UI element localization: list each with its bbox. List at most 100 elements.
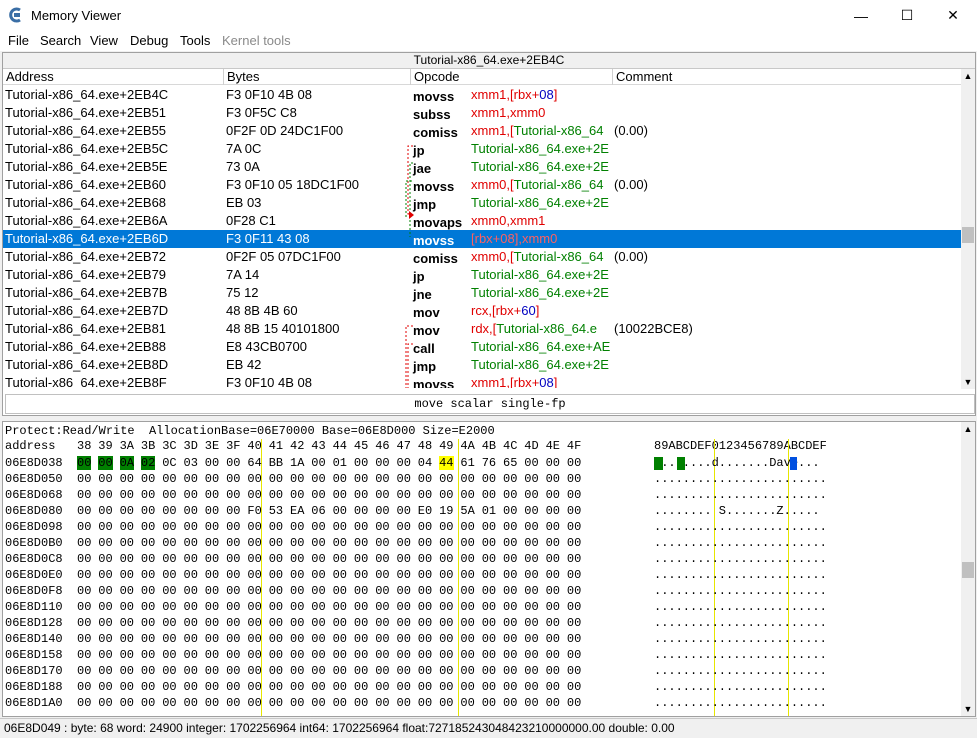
hex-byte[interactable]: 00 [98, 472, 112, 486]
hex-byte[interactable]: 00 [354, 520, 368, 534]
menu-kernel-tools[interactable]: Kernel tools [222, 33, 291, 48]
hex-byte[interactable]: 00 [269, 568, 283, 582]
hex-byte[interactable]: 00 [546, 504, 560, 518]
hex-scroll-thumb[interactable] [962, 562, 974, 578]
hex-byte[interactable]: 00 [290, 552, 304, 566]
hex-byte[interactable]: 00 [503, 616, 517, 630]
hex-byte[interactable]: 00 [439, 488, 453, 502]
hex-byte[interactable]: 00 [397, 472, 411, 486]
hex-byte[interactable]: 00 [333, 616, 347, 630]
hex-byte[interactable]: 00 [184, 600, 198, 614]
hex-byte[interactable]: 00 [205, 472, 219, 486]
hex-byte[interactable]: 00 [375, 456, 389, 470]
hex-byte[interactable]: 00 [333, 568, 347, 582]
hex-byte[interactable]: 00 [503, 632, 517, 646]
hex-byte[interactable]: 00 [460, 616, 474, 630]
scroll-thumb[interactable] [962, 227, 974, 243]
hex-byte[interactable]: 00 [141, 600, 155, 614]
hex-byte[interactable]: 00 [397, 664, 411, 678]
hex-byte[interactable]: 00 [77, 600, 91, 614]
hex-byte[interactable]: 00 [460, 584, 474, 598]
hex-byte[interactable]: 00 [460, 552, 474, 566]
hex-byte[interactable]: 00 [98, 664, 112, 678]
hex-byte[interactable]: 00 [269, 488, 283, 502]
hex-byte[interactable]: 00 [98, 632, 112, 646]
hex-byte[interactable]: 00 [546, 536, 560, 550]
hex-byte[interactable]: 00 [311, 568, 325, 582]
hex-byte[interactable]: 5A [460, 504, 474, 518]
hex-byte[interactable]: 00 [141, 680, 155, 694]
hex-byte[interactable]: 00 [290, 696, 304, 710]
hex-byte[interactable]: 00 [290, 584, 304, 598]
hex-byte[interactable]: 00 [226, 520, 240, 534]
hex-byte[interactable]: 00 [354, 504, 368, 518]
hex-byte[interactable]: 00 [460, 536, 474, 550]
hex-byte[interactable]: 00 [98, 568, 112, 582]
hex-byte[interactable]: 53 [269, 504, 283, 518]
hex-byte[interactable]: 00 [226, 584, 240, 598]
hex-byte[interactable]: 00 [269, 584, 283, 598]
maximize-button[interactable]: ☐ [884, 0, 930, 31]
hex-byte[interactable]: 00 [333, 632, 347, 646]
hex-byte[interactable]: 00 [311, 648, 325, 662]
hex-byte[interactable]: 00 [77, 680, 91, 694]
hex-byte[interactable]: 00 [120, 632, 134, 646]
hex-byte[interactable]: 00 [567, 520, 581, 534]
hex-byte[interactable]: 00 [162, 696, 176, 710]
hex-byte[interactable]: 00 [354, 600, 368, 614]
hex-byte[interactable]: 00 [333, 552, 347, 566]
hex-byte[interactable]: 00 [184, 648, 198, 662]
hex-byte[interactable]: 00 [141, 616, 155, 630]
hex-byte[interactable]: 00 [226, 552, 240, 566]
hex-row-chars[interactable]: ........................ [654, 600, 827, 614]
hex-row-chars[interactable]: ........................ [654, 648, 827, 662]
hex-byte[interactable]: 00 [567, 600, 581, 614]
hex-byte[interactable]: 00 [524, 696, 538, 710]
hex-byte[interactable]: 00 [546, 664, 560, 678]
hex-byte[interactable]: 00 [567, 616, 581, 630]
hex-byte[interactable]: 00 [162, 536, 176, 550]
hex-byte[interactable]: 00 [418, 680, 432, 694]
hex-byte[interactable]: 00 [311, 600, 325, 614]
hex-byte[interactable]: 00 [120, 568, 134, 582]
hex-byte[interactable]: 00 [162, 600, 176, 614]
hex-byte[interactable]: 00 [567, 664, 581, 678]
hex-byte[interactable]: 00 [162, 504, 176, 518]
hex-byte[interactable]: 00 [247, 552, 261, 566]
hex-byte[interactable]: 00 [162, 584, 176, 598]
hex-byte[interactable]: 06 [311, 504, 325, 518]
hex-byte[interactable]: 00 [354, 456, 368, 470]
hex-byte[interactable]: 00 [524, 632, 538, 646]
hex-byte[interactable]: 00 [460, 648, 474, 662]
hex-byte[interactable]: 00 [546, 552, 560, 566]
hex-byte[interactable]: 00 [354, 472, 368, 486]
hex-byte[interactable]: 00 [98, 600, 112, 614]
hex-byte[interactable]: 00 [482, 568, 496, 582]
hex-byte[interactable]: 00 [269, 632, 283, 646]
hex-byte[interactable]: 00 [290, 616, 304, 630]
minimize-button[interactable]: — [838, 0, 884, 31]
hex-byte[interactable]: 00 [482, 488, 496, 502]
hex-byte[interactable]: 00 [567, 648, 581, 662]
hex-byte[interactable]: 00 [226, 504, 240, 518]
hex-byte[interactable]: 00 [120, 488, 134, 502]
hex-byte[interactable]: 00 [120, 664, 134, 678]
column-opcode[interactable]: Opcode [411, 69, 613, 85]
hex-byte[interactable]: 00 [567, 696, 581, 710]
hex-byte[interactable]: 00 [567, 632, 581, 646]
hex-byte[interactable]: 00 [290, 568, 304, 582]
column-comment[interactable]: Comment [613, 69, 961, 85]
hex-byte[interactable]: 00 [205, 616, 219, 630]
hex-byte[interactable]: 00 [397, 504, 411, 518]
hex-byte[interactable]: 00 [524, 664, 538, 678]
hex-byte[interactable]: 00 [290, 520, 304, 534]
hex-byte[interactable]: 00 [120, 472, 134, 486]
hex-byte[interactable]: 00 [482, 648, 496, 662]
hex-byte[interactable]: 00 [184, 616, 198, 630]
hex-byte[interactable]: 00 [482, 632, 496, 646]
hex-byte[interactable]: 00 [226, 488, 240, 502]
hex-byte[interactable]: 00 [311, 696, 325, 710]
hex-byte[interactable]: 00 [375, 520, 389, 534]
hex-byte[interactable]: 00 [269, 680, 283, 694]
hex-byte[interactable]: 00 [524, 552, 538, 566]
